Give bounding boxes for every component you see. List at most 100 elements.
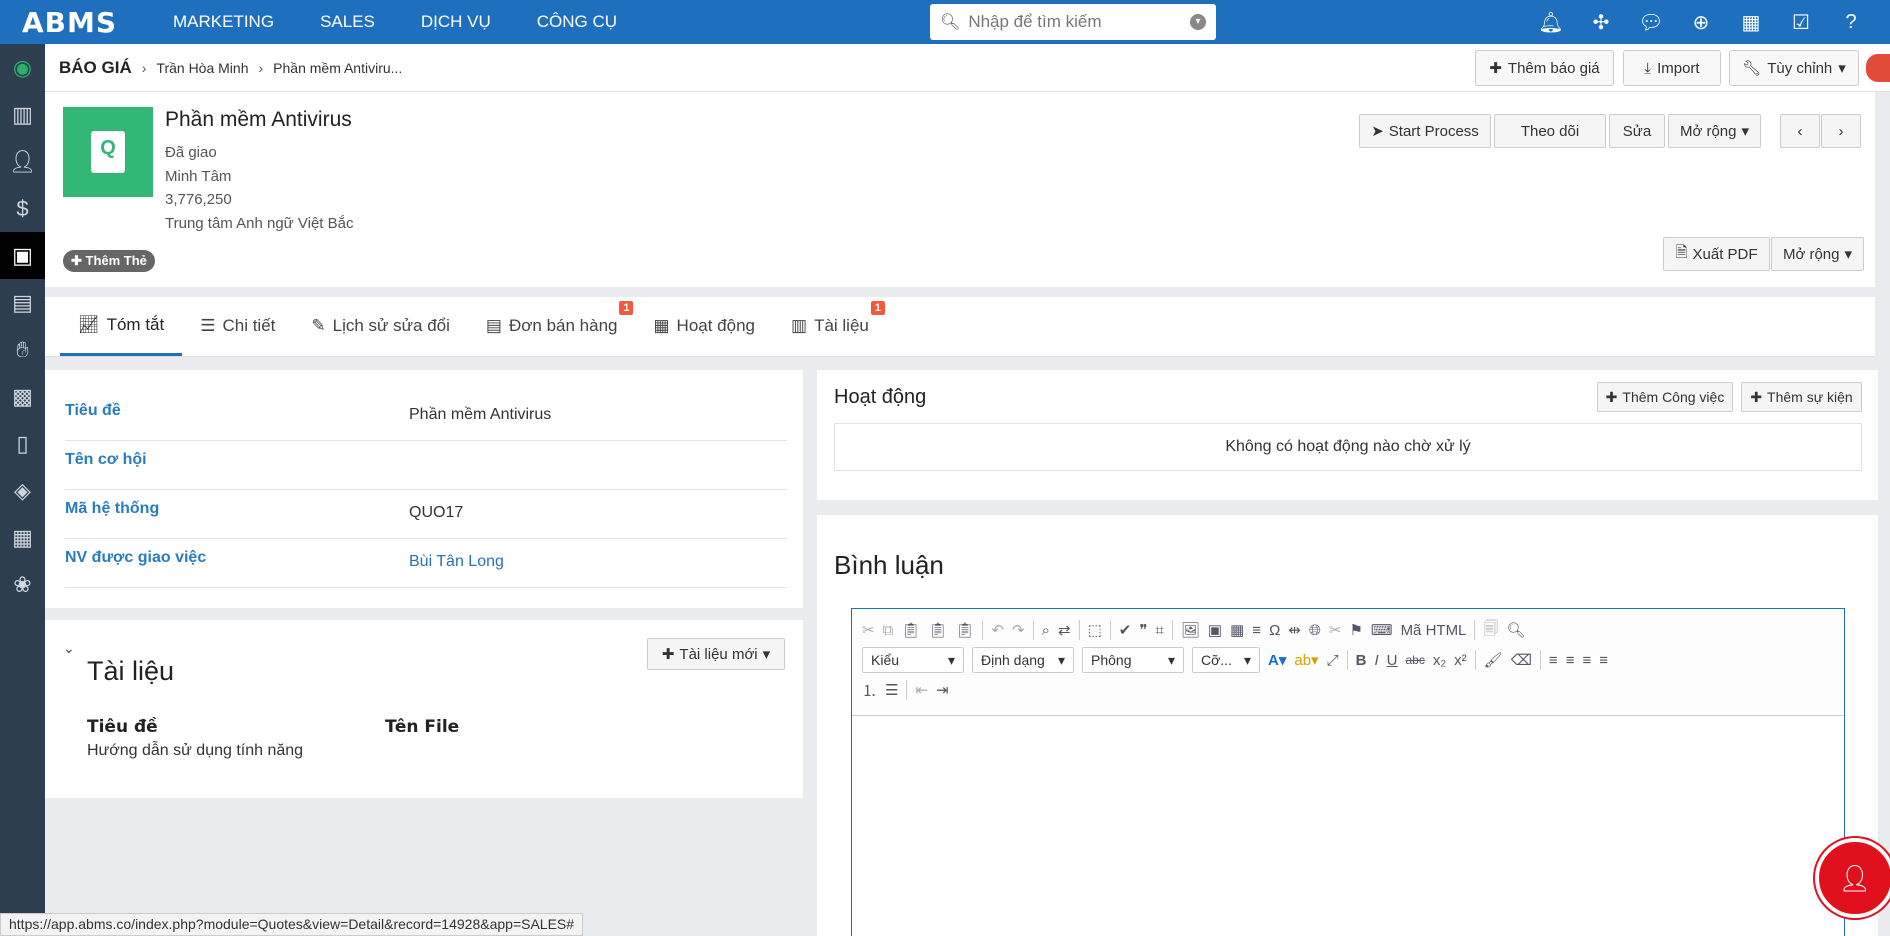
blockquote-icon[interactable]: ❞ xyxy=(1139,621,1147,639)
plus-circle-icon[interactable]: ⊕ xyxy=(1676,10,1726,35)
align-left-icon[interactable]: ≡ xyxy=(1549,652,1558,669)
indent-icon[interactable]: ⇥ xyxy=(936,681,949,699)
html-source-label[interactable]: Mã HTML xyxy=(1401,622,1467,639)
replace-icon[interactable]: ⇄ xyxy=(1058,621,1071,639)
cut-icon[interactable]: ✂ xyxy=(862,621,875,639)
menu-tools[interactable]: CÔNG CỤ xyxy=(514,12,640,32)
remove-format-icon[interactable]: ⌫ xyxy=(1511,651,1532,669)
field-value[interactable]: Phần mềm Antivirus xyxy=(409,406,551,424)
extension-icon[interactable]: ❀ xyxy=(0,561,45,608)
templates-icon[interactable]: 🗐︎ xyxy=(1483,618,1498,643)
breadcrumb-item[interactable]: Trần Hòa Minh xyxy=(156,60,248,76)
apps-icon[interactable]: ✣ xyxy=(1576,10,1626,35)
tab-history[interactable]: ✎ Lịch sử sửa đổi xyxy=(293,296,468,356)
edit-button[interactable]: Sửa xyxy=(1609,114,1665,148)
devices-icon[interactable]: ▯ xyxy=(0,420,45,467)
checkbox-icon[interactable]: ☑ xyxy=(1776,10,1826,35)
font-select[interactable]: Phông ▾ xyxy=(1082,647,1184,673)
div-container-icon[interactable]: ⌗ xyxy=(1155,622,1163,639)
customize-button[interactable]: 🔧︎ Tùy chỉnh ▾ xyxy=(1729,50,1859,86)
side-panel-toggle[interactable] xyxy=(1866,54,1890,82)
search-filter-dropdown-icon[interactable]: ▾ xyxy=(1190,14,1206,30)
menu-services[interactable]: DỊCH VỤ xyxy=(398,12,514,32)
tab-summary[interactable]: 📈︎ Tóm tắt xyxy=(60,296,183,356)
global-search[interactable]: 🔍︎ Nhập để tìm kiếm ▾ xyxy=(930,4,1216,40)
add-tag-button[interactable]: ✚ Thêm Thẻ xyxy=(63,250,155,272)
sales-order-icon[interactable]: ▩ xyxy=(0,373,45,420)
breadcrumb-root[interactable]: BÁO GIÁ xyxy=(59,58,132,78)
handshake-icon[interactable]: ✋︎ xyxy=(0,326,45,373)
tab-activities[interactable]: ▦ Hoạt động xyxy=(635,296,773,356)
previous-record-button[interactable]: ‹ xyxy=(1780,114,1820,148)
undo-icon[interactable]: ↶ xyxy=(991,621,1004,639)
style-select[interactable]: Kiểu ▾ xyxy=(862,647,964,673)
chat-icon[interactable]: 💬︎ xyxy=(1626,10,1676,35)
paste-text-icon[interactable]: 📋︎ xyxy=(928,621,947,639)
anchor-flag-icon[interactable]: ⚑ xyxy=(1349,621,1362,639)
copy-format-icon[interactable]: 🖌︎ xyxy=(1484,651,1503,669)
new-document-button[interactable]: ✚ Tài liệu mới ▾ xyxy=(647,638,785,670)
follow-button[interactable]: Theo dõi xyxy=(1494,114,1606,148)
purchase-order-icon[interactable]: ▦ xyxy=(0,514,45,561)
unlink-icon[interactable]: ✂ xyxy=(1329,621,1342,639)
tab-documents[interactable]: ▥ Tài liệu 1 xyxy=(773,296,887,356)
money-bag-icon[interactable]: $ xyxy=(0,185,45,232)
outdent-icon[interactable]: ⇤ xyxy=(915,681,928,699)
redo-icon[interactable]: ↷ xyxy=(1012,621,1025,639)
spellcheck-icon[interactable]: ✔ xyxy=(1119,621,1132,639)
italic-icon[interactable]: I xyxy=(1374,652,1378,669)
building-icon[interactable]: ▥ xyxy=(0,91,45,138)
add-quote-button[interactable]: ✚ Thêm báo giá xyxy=(1475,50,1614,86)
strikethrough-icon[interactable]: abc xyxy=(1405,653,1424,667)
align-justify-icon[interactable]: ≡ xyxy=(1599,652,1608,669)
more-actions-button[interactable]: Mở rộng ▾ xyxy=(1668,114,1761,148)
document-title-cell[interactable]: Hướng dẫn sử dụng tính năng xyxy=(87,742,303,760)
add-event-button[interactable]: ✚ Thêm sự kiện xyxy=(1741,382,1862,412)
align-right-icon[interactable]: ≡ xyxy=(1582,652,1591,669)
size-select[interactable]: Cỡ... ▾ xyxy=(1192,647,1260,673)
calendar-icon[interactable]: ▦ xyxy=(1726,10,1776,35)
link-icon[interactable]: 🌐︎ xyxy=(1309,622,1321,639)
numbered-list-icon[interactable]: ⒈ xyxy=(862,680,877,701)
subscript-icon[interactable]: x₂ xyxy=(1433,652,1446,669)
tab-sales-orders[interactable]: ▤ Đơn bán hàng 1 xyxy=(468,296,636,356)
horizontal-rule-icon[interactable]: ≡ xyxy=(1252,622,1261,639)
more-export-button[interactable]: Mở rộng ▾ xyxy=(1771,237,1864,271)
bell-icon[interactable]: 🔔︎ xyxy=(1526,10,1576,35)
special-char-icon[interactable]: Ω xyxy=(1269,622,1280,639)
tab-details[interactable]: ☰ Chi tiết xyxy=(182,296,293,356)
maximize-icon[interactable]: ⤢ xyxy=(1327,652,1339,669)
search-input[interactable]: Nhập để tìm kiếm xyxy=(968,12,1101,32)
source-icon[interactable]: ⌨ xyxy=(1371,621,1393,639)
menu-marketing[interactable]: MARKETING xyxy=(150,12,297,32)
superscript-icon[interactable]: x² xyxy=(1454,652,1467,669)
copy-icon[interactable]: ⧉ xyxy=(883,622,894,639)
quote-icon[interactable]: ▣ xyxy=(0,232,45,279)
select-all-icon[interactable]: ⬚ xyxy=(1088,621,1102,639)
invoice-icon[interactable]: ▤ xyxy=(0,279,45,326)
contact-icon[interactable]: 👤︎ xyxy=(0,138,45,185)
format-select[interactable]: Định dạng ▾ xyxy=(972,647,1074,673)
rich-text-editor[interactable]: ✂ ⧉ 📋︎ 📋︎ 📋︎ ↶ ↷ ⌕ ⇄ ⬚ ✔ ❞ ⌗ 🖼︎ ▣ ▦ ≡ Ω … xyxy=(851,608,1845,936)
bold-icon[interactable]: B xyxy=(1356,652,1367,669)
background-color-icon[interactable]: ab▾ xyxy=(1294,651,1318,669)
collapse-chevron-icon[interactable]: ⌄ xyxy=(63,640,75,657)
text-color-icon[interactable]: A▾ xyxy=(1268,651,1286,669)
next-record-button[interactable]: › xyxy=(1821,114,1861,148)
layers-icon[interactable]: ◈ xyxy=(0,467,45,514)
table-icon[interactable]: ▦ xyxy=(1230,621,1244,639)
image-icon[interactable]: 🖼︎ xyxy=(1181,621,1200,639)
start-process-button[interactable]: ➤ Start Process xyxy=(1359,114,1491,148)
add-task-button[interactable]: ✚ Thêm Công việc xyxy=(1597,382,1733,412)
help-icon[interactable]: ? xyxy=(1826,11,1876,34)
flash-icon[interactable]: ▣ xyxy=(1208,621,1222,639)
paste-word-icon[interactable]: 📋︎ xyxy=(955,621,974,639)
menu-sales[interactable]: SALES xyxy=(297,12,398,32)
abms-logo[interactable]: ABMS xyxy=(0,6,150,39)
paste-icon[interactable]: 📋︎ xyxy=(901,621,920,639)
align-center-icon[interactable]: ≡ xyxy=(1566,652,1575,669)
find-icon[interactable]: ⌕ xyxy=(1042,622,1050,639)
page-break-icon[interactable]: ⇹ xyxy=(1288,621,1301,639)
export-pdf-button[interactable]: 🗎︎ Xuất PDF xyxy=(1663,237,1770,271)
assigned-user-link[interactable]: Bùi Tân Long xyxy=(409,553,504,571)
